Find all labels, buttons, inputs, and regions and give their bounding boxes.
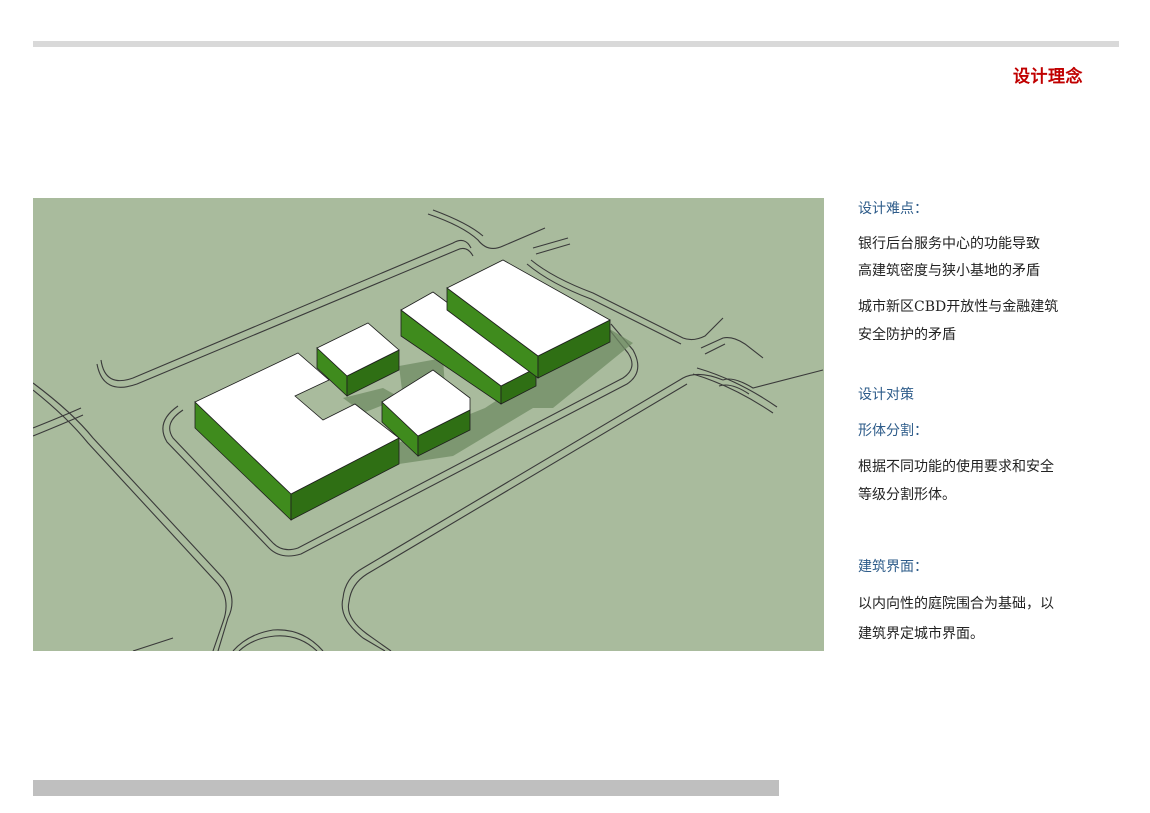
difficulty-line-3: 城市新区CBD开放性与金融建筑 xyxy=(858,299,1059,315)
difficulty-line-1: 银行后台服务中心的功能导致 xyxy=(858,236,1040,252)
massing-model-image xyxy=(33,198,824,651)
form-heading: 形体分割： xyxy=(858,423,928,439)
page-title: 设计理念 xyxy=(1013,67,1083,87)
difficulty-heading: 设计难点： xyxy=(858,201,928,217)
bottom-divider xyxy=(33,780,779,796)
form-line-2: 等级分割形体。 xyxy=(858,487,956,503)
top-divider xyxy=(33,41,1119,47)
interface-line-2: 建筑界定城市界面。 xyxy=(858,626,984,642)
difficulty-line-4: 安全防护的矛盾 xyxy=(858,327,956,343)
form-line-1: 根据不同功能的使用要求和安全 xyxy=(858,459,1054,475)
interface-line-1: 以内向性的庭院围合为基础，以 xyxy=(858,596,1054,612)
massing-model-drawing xyxy=(33,198,824,651)
difficulty-line-2: 高建筑密度与狭小基地的矛盾 xyxy=(858,263,1040,279)
interface-heading: 建筑界面： xyxy=(858,559,928,575)
strategy-heading: 设计对策 xyxy=(858,387,914,403)
